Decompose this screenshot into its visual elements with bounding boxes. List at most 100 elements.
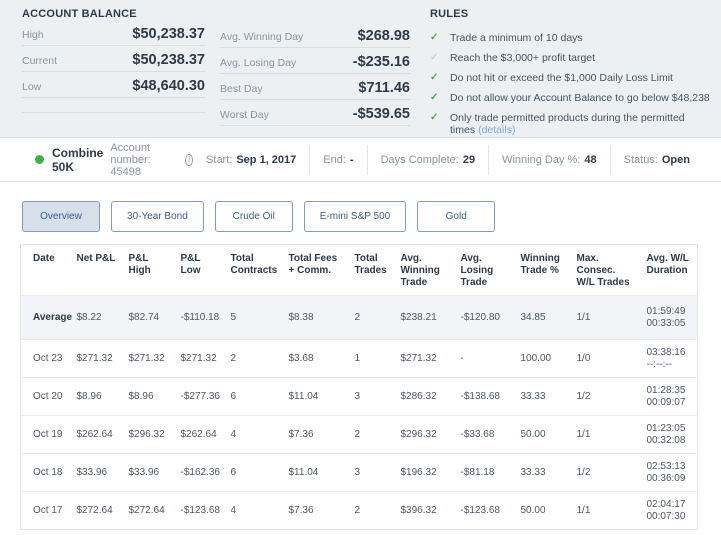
total-contracts-cell: 2 bbox=[224, 339, 283, 378]
balance-label: Current bbox=[22, 55, 58, 67]
duration-loss: 00:09:07 bbox=[646, 397, 686, 408]
day-stat-value: $711.46 bbox=[358, 80, 410, 96]
check-icon: ✓ bbox=[430, 72, 439, 83]
tab-button[interactable]: 30-Year Bond bbox=[111, 201, 204, 232]
column-header: Winning Trade % bbox=[520, 253, 560, 276]
rule-item: ✓ Trade a minimum of 10 days bbox=[430, 32, 716, 44]
avg-winning-trade-cell: $196.32 bbox=[394, 453, 455, 492]
avg-losing-trade-cell: - bbox=[454, 339, 515, 378]
max-consec-cell: 1/2 bbox=[570, 377, 641, 416]
winning-trade-pct-cell: 50.00 bbox=[514, 491, 571, 530]
date-cell: Oct 23 bbox=[20, 339, 71, 378]
winning-trade-pct-cell: 33.33 bbox=[514, 377, 571, 416]
account-stat-label: End: bbox=[323, 153, 346, 166]
check-icon: ✓ bbox=[430, 52, 439, 63]
day-stat-value: -$539.65 bbox=[352, 106, 410, 122]
day-stat-value: $268.98 bbox=[357, 28, 410, 44]
rule-item: ✓ Do not allow your Account Balance to g… bbox=[430, 92, 716, 104]
duration-loss: 00:33:05 bbox=[646, 318, 686, 329]
rule-text: Only trade permitted products during the… bbox=[450, 112, 685, 136]
net-pnl-cell: $272.64 bbox=[70, 491, 123, 530]
column-header: Avg. Winning Trade bbox=[400, 253, 440, 288]
avg-losing-trade-cell: -$33.68 bbox=[454, 415, 515, 454]
avg-winning-trade-cell: $238.21 bbox=[394, 295, 455, 340]
winning-trade-pct-cell: 50.00 bbox=[514, 415, 571, 454]
avg-winning-trade-cell: $396.32 bbox=[394, 491, 455, 530]
tab-button[interactable]: E-mini S&P 500 bbox=[303, 201, 407, 232]
instrument-tabs: Overview 30-Year Bond Crude Oil E-mini S… bbox=[0, 182, 721, 244]
total-trades-cell: 2 bbox=[348, 491, 395, 530]
day-stat-label: Best Day bbox=[220, 83, 263, 95]
date-cell: Oct 17 bbox=[20, 491, 71, 530]
avg-winning-trade-cell: $296.32 bbox=[394, 415, 455, 454]
day-stat-label: Avg. Winning Day bbox=[220, 31, 304, 43]
duration-cell: 02:04:17 00:07:30 bbox=[640, 491, 698, 530]
duration-win: 01:59:49 bbox=[646, 306, 686, 317]
pnl-low-cell: -$123.68 bbox=[174, 491, 225, 530]
total-contracts-cell: 6 bbox=[224, 453, 283, 492]
duration-cell: 01:59:49 00:33:05 bbox=[640, 295, 698, 340]
pnl-low-cell: $262.64 bbox=[174, 415, 225, 454]
net-pnl-cell: $271.32 bbox=[70, 339, 123, 378]
day-stat-row: Avg. Winning Day $268.98 bbox=[220, 22, 410, 48]
winning-trade-pct-cell: 34.85 bbox=[514, 295, 571, 340]
date-cell: Oct 20 bbox=[20, 377, 71, 416]
day-stats-panel: Avg. Winning Day $268.98 Avg. Losing Day… bbox=[220, 22, 410, 126]
balance-value: $50,238.37 bbox=[132, 26, 205, 42]
rule-text: Do not hit or exceed the $1,000 Daily Lo… bbox=[450, 72, 673, 84]
rules-panel: RULES ✓ Trade a minimum of 10 days ✓ Rea… bbox=[430, 8, 716, 144]
check-icon: ✓ bbox=[430, 92, 439, 103]
total-fees-cell: $11.04 bbox=[282, 453, 349, 492]
pnl-low-cell: -$277.36 bbox=[174, 377, 225, 416]
pnl-high-cell: $272.64 bbox=[122, 491, 175, 530]
duration-cell: 01:23:05 00:32:08 bbox=[640, 415, 698, 454]
total-trades-cell: 3 bbox=[348, 453, 395, 492]
tab-button[interactable]: Crude Oil bbox=[214, 201, 293, 232]
total-trades-cell: 2 bbox=[348, 415, 395, 454]
table-header-row: Date Net P&L P&L High P&L Low Total Cont… bbox=[21, 245, 698, 296]
duration-win: 02:04:17 bbox=[646, 499, 686, 510]
account-stat-label: Days Complete: bbox=[380, 153, 459, 166]
details-link[interactable]: (details) bbox=[478, 124, 515, 136]
account-stat: Days Complete: 29 bbox=[366, 144, 489, 175]
tab-button[interactable]: Overview bbox=[22, 201, 100, 232]
table-row: Oct 20 $8.96 $8.96 -$277.36 6 $11.04 3 $… bbox=[20, 377, 698, 416]
tab-button[interactable]: Gold bbox=[417, 201, 496, 232]
account-stat-label: Start: bbox=[206, 153, 233, 166]
account-stat: End: - bbox=[309, 144, 366, 175]
table-row: Average $8.22 $82.74 -$110.18 5 $8.38 2 … bbox=[20, 295, 698, 340]
info-icon[interactable]: i bbox=[185, 153, 194, 166]
net-pnl-cell: $33.96 bbox=[70, 453, 123, 492]
column-header: Net P&L bbox=[76, 253, 116, 264]
duration-cell: 03:38:16 --:--:-- bbox=[640, 339, 698, 378]
pnl-high-cell: $8.96 bbox=[122, 377, 175, 416]
duration-win: 01:28:35 bbox=[646, 385, 686, 396]
pnl-low-cell: $271.32 bbox=[174, 339, 225, 378]
avg-losing-trade-cell: -$123.68 bbox=[454, 491, 515, 530]
pnl-high-cell: $271.32 bbox=[122, 339, 175, 378]
winning-trade-pct-cell: 100.00 bbox=[514, 339, 571, 378]
avg-winning-trade-cell: $286.32 bbox=[394, 377, 455, 416]
duration-win: 01:23:05 bbox=[646, 423, 686, 434]
total-contracts-cell: 5 bbox=[224, 295, 283, 340]
rule-text: Do not allow your Account Balance to go … bbox=[450, 92, 710, 104]
duration-loss: 00:32:08 bbox=[646, 435, 686, 446]
column-header: Total Contracts bbox=[230, 253, 278, 276]
net-pnl-cell: $8.96 bbox=[70, 377, 123, 416]
winning-trade-pct-cell: 33.33 bbox=[514, 453, 571, 492]
table-row: Oct 23 $271.32 $271.32 $271.32 2 $3.68 1… bbox=[20, 339, 698, 378]
total-contracts-cell: 4 bbox=[224, 491, 283, 530]
duration-win: 03:38:16 bbox=[646, 347, 686, 358]
account-stat-value: Sep 1, 2017 bbox=[236, 153, 297, 166]
pnl-low-cell: -$162.36 bbox=[174, 453, 225, 492]
total-contracts-cell: 6 bbox=[224, 377, 283, 416]
total-fees-cell: $3.68 bbox=[282, 339, 349, 378]
total-contracts-cell: 4 bbox=[224, 415, 283, 454]
account-stat: Status: Open bbox=[609, 144, 703, 175]
column-header: P&L Low bbox=[180, 253, 201, 276]
net-pnl-cell: $262.64 bbox=[70, 415, 123, 454]
avg-winning-trade-cell: $271.32 bbox=[394, 339, 455, 378]
rules-list: ✓ Trade a minimum of 10 days ✓ Reach the… bbox=[430, 32, 716, 136]
total-fees-cell: $8.38 bbox=[282, 295, 349, 340]
rules-title: RULES bbox=[430, 8, 469, 20]
